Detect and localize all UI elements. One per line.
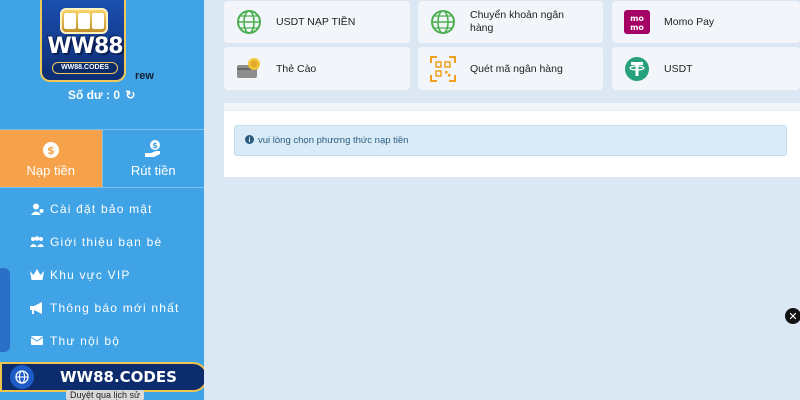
method-label: USDT NẠP TIỀN (276, 16, 356, 28)
main-content: USDT NẠP TIỀN Chuyển khoản ngân hàng mo m… (204, 0, 800, 400)
svg-text:mo: mo (630, 23, 644, 32)
panel-header (224, 103, 800, 111)
method-bank-qr[interactable]: Quét mã ngân hàng (418, 47, 603, 90)
method-bank-transfer[interactable]: Chuyển khoản ngân hàng (418, 1, 603, 43)
menu-label: Giới thiệu bạn bè (50, 234, 163, 249)
method-usdt-deposit[interactable]: USDT NẠP TIỀN (224, 1, 410, 43)
menu-item-security[interactable]: Cài đặt bảo mật (0, 192, 204, 225)
hand-money-icon: $ (145, 140, 161, 157)
history-hint: Duyệt qua lịch sử (66, 390, 145, 400)
username: rew (135, 70, 154, 82)
menu-label: Thư nội bộ (50, 333, 121, 348)
method-label: Quét mã ngân hàng (470, 62, 563, 75)
balance: Số dư : 0 ↻ (68, 88, 135, 102)
deposit-form-panel: vui lòng chọn phương thức nạp tiền (224, 103, 800, 177)
method-label: USDT (664, 62, 693, 75)
menu-label: Cài đặt bảo mật (50, 201, 153, 216)
method-label: Chuyển khoản ngân hàng (470, 9, 564, 34)
action-row: $ Nạp tiền $ Rút tiền (0, 129, 204, 188)
menu-item-inbox[interactable]: Thư nội bộ (0, 324, 204, 357)
user-shield-icon (30, 203, 44, 215)
withdraw-label: Rút tiền (130, 163, 176, 178)
crown-icon (30, 269, 44, 280)
notice-text: vui lòng chọn phương thức nạp tiền (258, 135, 409, 146)
ww88-logo[interactable]: WW88 WW88.CODES (40, 0, 126, 82)
withdraw-button[interactable]: $ Rút tiền (101, 130, 204, 187)
method-usdt[interactable]: USDT (612, 47, 800, 90)
users-icon (30, 235, 44, 248)
menu-label: Thông báo mới nhất (50, 300, 180, 315)
tether-icon (622, 54, 652, 84)
banner-text: WW88.CODES (60, 368, 177, 386)
method-label: Thẻ Cào (276, 62, 317, 75)
globe-icon (428, 7, 458, 37)
slot-reels-icon (60, 8, 108, 34)
menu-item-vip[interactable]: Khu vực VIP (0, 258, 204, 291)
method-scratch-card[interactable]: Thẻ Cào (224, 47, 410, 90)
svg-text:mo: mo (630, 14, 644, 23)
refresh-icon[interactable]: ↻ (125, 88, 135, 102)
svg-text:$: $ (47, 144, 55, 157)
sidebar: WW88 WW88.CODES rew Số dư : 0 ↻ $ Nạp ti… (0, 0, 204, 400)
qr-icon (428, 54, 458, 84)
method-label: Momo Pay (664, 16, 715, 28)
svg-text:$: $ (152, 141, 158, 150)
info-notice: vui lòng chọn phương thức nạp tiền (234, 125, 787, 156)
card-icon (234, 54, 264, 84)
logo-text: WW88 (47, 34, 123, 59)
phone-decoration (0, 268, 10, 352)
envelope-icon (30, 336, 44, 345)
megaphone-icon (30, 301, 44, 314)
deposit-button[interactable]: $ Nạp tiền (0, 130, 102, 187)
deposit-label: Nạp tiền (26, 163, 75, 178)
info-icon (245, 134, 254, 147)
menu-item-referral[interactable]: Giới thiệu bạn bè (0, 225, 204, 258)
promo-banner[interactable]: WW88.CODES (0, 362, 208, 392)
logo-subtext: WW88.CODES (52, 62, 118, 74)
menu-item-news[interactable]: Thông báo mới nhất (0, 291, 204, 324)
money-bag-icon: $ (42, 142, 59, 158)
globe-icon (10, 365, 34, 389)
sidebar-menu: Cài đặt bảo mật Giới thiệu bạn bè Khu vự… (0, 192, 204, 357)
globe-icon (234, 7, 264, 37)
method-momo[interactable]: mo mo Momo Pay (612, 1, 800, 43)
momo-icon: mo mo (622, 7, 652, 37)
menu-label: Khu vực VIP (50, 267, 131, 282)
close-icon[interactable]: ✕ (785, 308, 800, 324)
balance-label: Số dư : 0 (68, 88, 121, 102)
